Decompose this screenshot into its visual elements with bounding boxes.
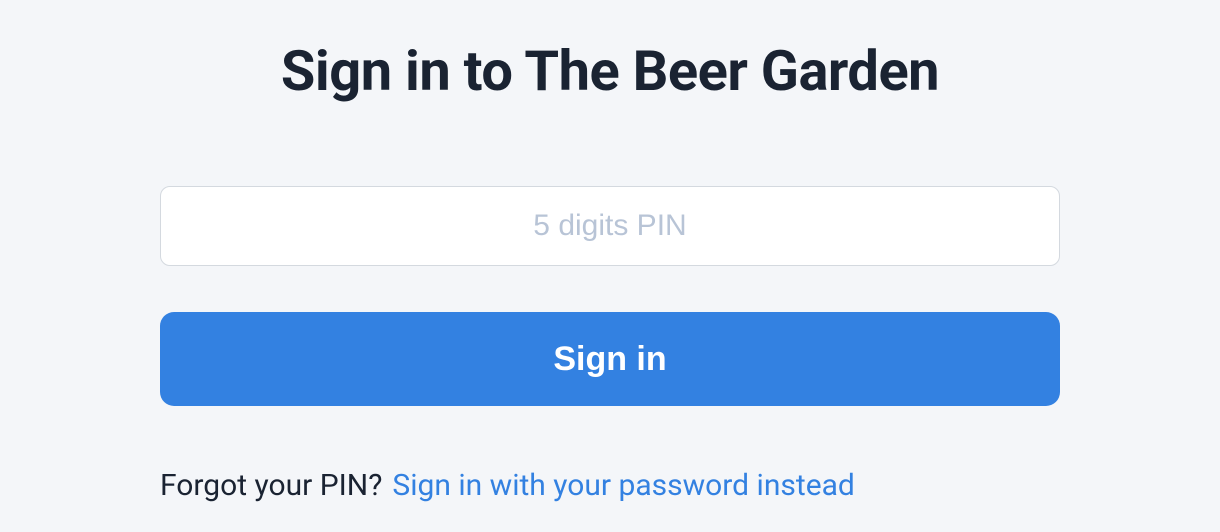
signin-form: Sign in Forgot your PIN? Sign in with yo… [160, 186, 1060, 503]
pin-input[interactable] [160, 186, 1060, 266]
password-signin-link[interactable]: Sign in with your password instead [392, 468, 854, 503]
forgot-pin-prompt: Forgot your PIN? [160, 468, 382, 503]
forgot-pin-row: Forgot your PIN? Sign in with your passw… [160, 468, 1060, 503]
page-title: Sign in to The Beer Garden [281, 38, 939, 104]
signin-button[interactable]: Sign in [160, 312, 1060, 406]
